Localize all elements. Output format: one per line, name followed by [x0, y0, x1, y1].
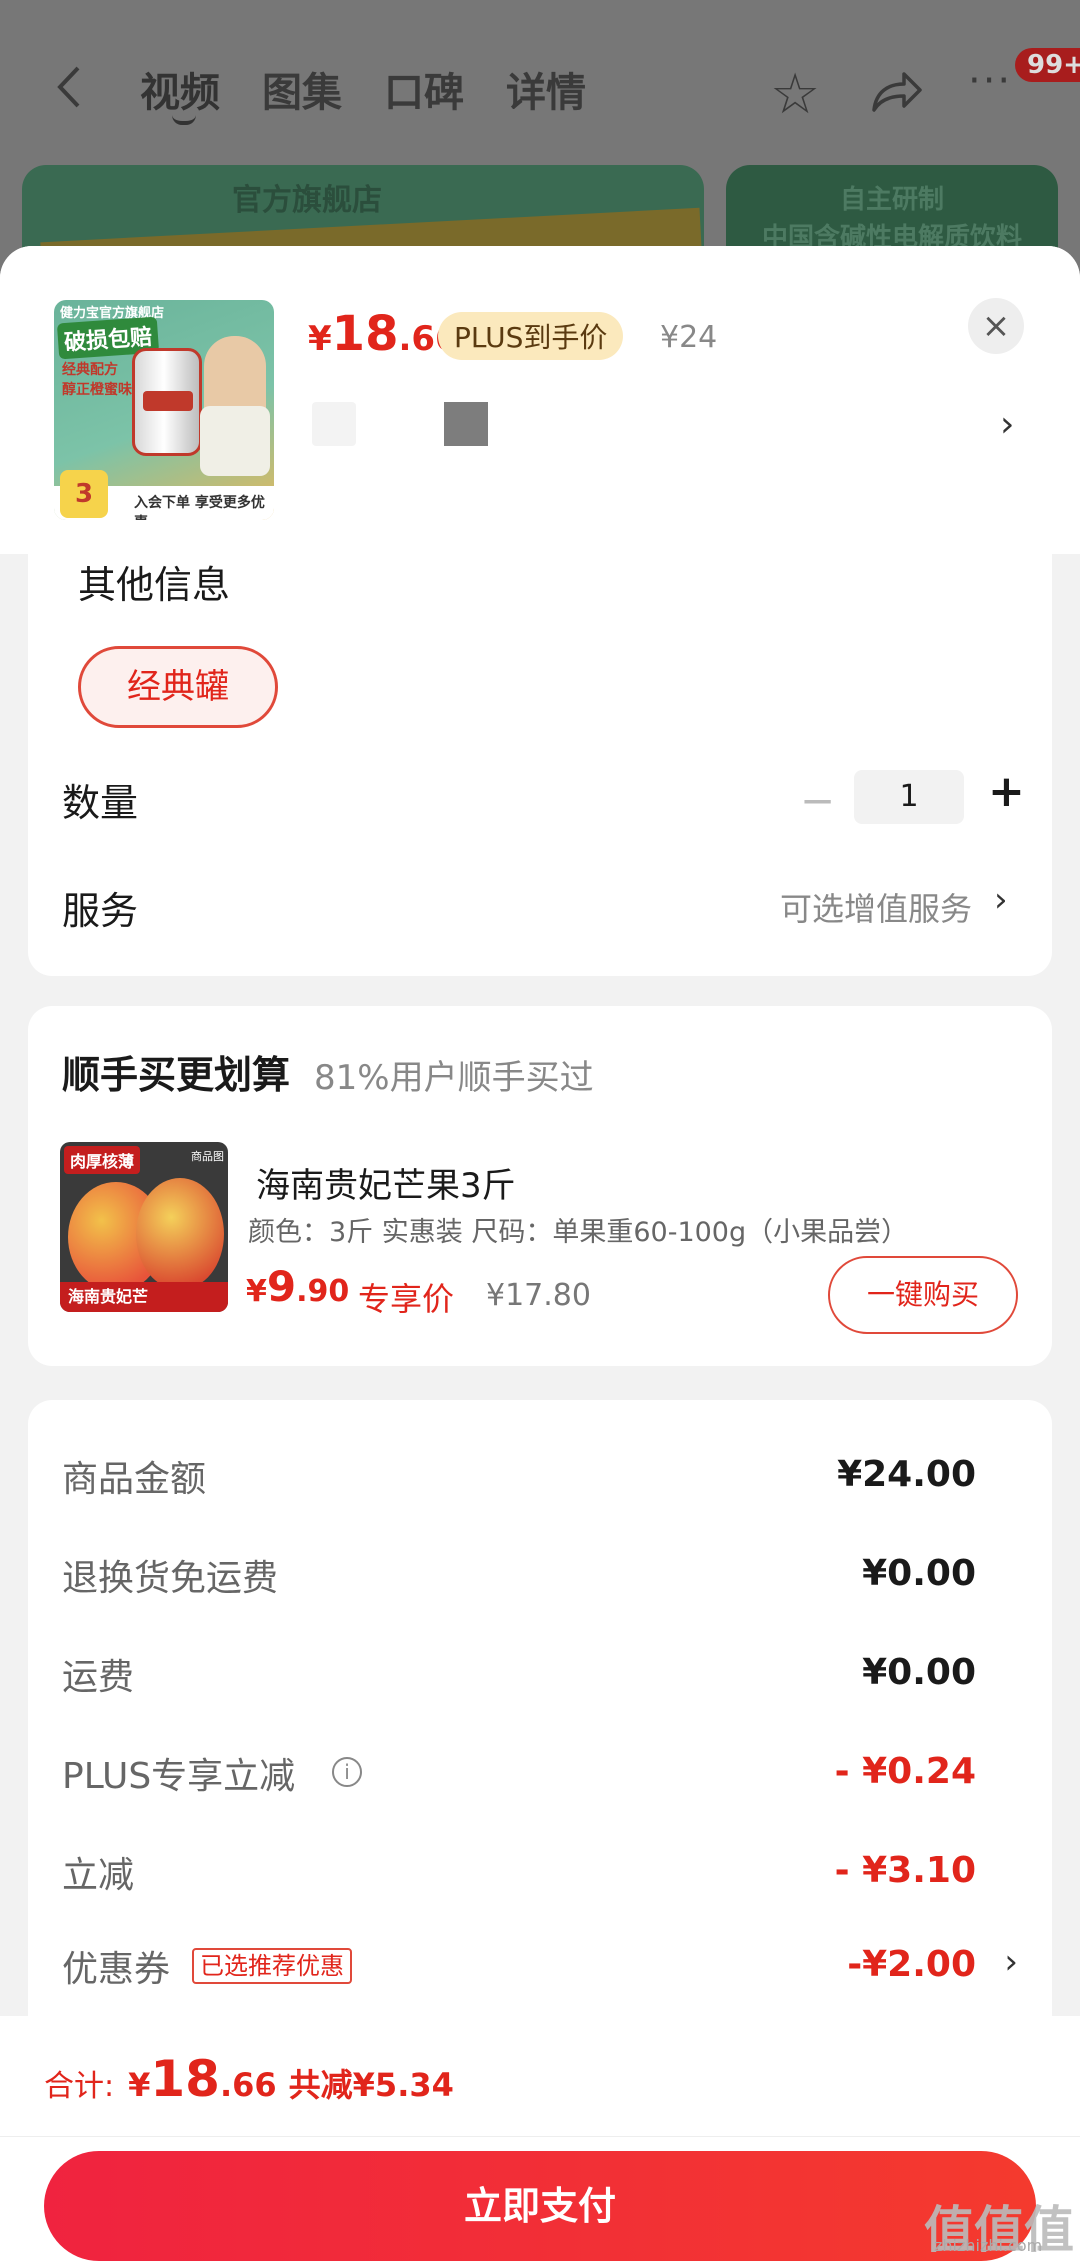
product-thumbnail[interactable]: 健力宝官方旗舰店 破损包赔 经典配方 醇正橙蜜味 入会下单 享受更多优惠 3	[54, 300, 274, 520]
thumb-subtitle-line2: 醇正橙蜜味	[62, 382, 132, 398]
thumb-person-image	[200, 336, 270, 476]
one-click-buy-button[interactable]: 一键购买	[828, 1256, 1018, 1334]
thumb-subtitle: 经典配方 醇正橙蜜味	[62, 360, 132, 400]
options-card: 其他信息 经典罐 数量 − 1 + 服务 可选增值服务 ›	[28, 554, 1052, 976]
selected-spec-swatch-dark[interactable]	[444, 402, 488, 446]
background-nav-bar: 视频 图集 口碑 详情 ☆ ··· 99+	[0, 40, 1080, 140]
summary-value: -¥2.00	[847, 1944, 976, 1985]
favorite-star-icon[interactable]: ☆	[770, 62, 820, 127]
background-tabs: 视频 图集 口碑 详情	[140, 60, 586, 118]
quantity-decrease-button[interactable]: −	[800, 776, 835, 825]
other-info-title: 其他信息	[78, 563, 231, 607]
bundle-price-integer: 9	[266, 1262, 297, 1311]
service-label: 服务	[62, 889, 139, 933]
total-integer: 18	[150, 2050, 220, 2108]
summary-label: 立减	[62, 1855, 135, 1896]
original-price: ¥24	[660, 320, 718, 355]
more-options-icon[interactable]: ···	[968, 58, 1012, 104]
summary-value: ¥0.00	[862, 1652, 976, 1693]
bundle-price-currency: ¥	[246, 1274, 267, 1309]
bundle-title: 顺手买更划算	[62, 1053, 291, 1097]
thumb-footer-text: 入会下单 享受更多优惠	[134, 495, 265, 520]
sheet-header: 健力宝官方旗舰店 破损包赔 经典配方 醇正橙蜜味 入会下单 享受更多优惠 3 ¥…	[0, 246, 1080, 554]
tab-video[interactable]: 视频	[140, 60, 220, 118]
price-integer: 18	[331, 306, 399, 362]
summary-row-shipping: 运费 ¥0.00	[28, 1648, 1052, 1708]
tab-details[interactable]: 详情	[506, 60, 586, 118]
bundle-price-tag: 专享价	[358, 1280, 455, 1318]
share-icon[interactable]	[868, 66, 924, 116]
bundle-card: 顺手买更划算 81%用户顺手买过 肉厚核薄 商品图 海南贵妃芒 海南贵妃芒果3斤…	[28, 1006, 1052, 1366]
bottom-checkout-bar: 合计: ¥ 18 .66 共减¥5.34 立即支付	[0, 2016, 1080, 2266]
summary-value: - ¥3.10	[834, 1850, 976, 1891]
summary-label: 商品金额	[62, 1459, 207, 1500]
summary-row-instant-discount: 立减 - ¥3.10	[28, 1846, 1052, 1906]
notification-badge: 99+	[1015, 48, 1080, 82]
tab-gallery[interactable]: 图集	[262, 60, 342, 118]
quantity-label: 数量	[62, 781, 139, 825]
mango-fruit-right	[136, 1178, 224, 1290]
summary-label: 优惠券	[62, 1949, 171, 1990]
price-currency: ¥	[308, 319, 332, 359]
summary-row-subtotal: 商品金额 ¥24.00	[28, 1450, 1052, 1510]
thumb-subtitle-line1: 经典配方	[62, 362, 118, 378]
plus-price-tag: PLUS到手价	[438, 312, 624, 360]
product-price: ¥ 18 .66	[308, 306, 459, 362]
summary-row-return-shipping: 退换货免运费 ¥0.00	[28, 1549, 1052, 1609]
service-value[interactable]: 可选增值服务	[780, 884, 972, 930]
tab-reviews[interactable]: 口碑	[384, 60, 464, 118]
service-chevron-icon[interactable]: ›	[994, 880, 1008, 920]
banner-left-text: 官方旗舰店	[232, 183, 382, 218]
quantity-input[interactable]: 1	[854, 770, 964, 824]
variant-option-classic-can[interactable]: 经典罐	[78, 646, 278, 728]
mango-footer: 海南贵妃芒	[60, 1282, 228, 1312]
order-summary-card: 商品金额 ¥24.00 退换货免运费 ¥0.00 运费 ¥0.00 PLUS专享…	[28, 1400, 1052, 2040]
total-decimal: .66	[219, 2066, 277, 2104]
bundle-item-spec: 颜色：3斤 实惠装 尺码：单果重60-100g（小果品尝）	[248, 1217, 909, 1248]
summary-label: PLUS专享立减	[62, 1756, 296, 1797]
bundle-subtitle: 81%用户顺手买过	[314, 1058, 594, 1098]
bundle-item-price: ¥ 9 .90	[246, 1262, 349, 1311]
summary-value: - ¥0.24	[834, 1751, 976, 1792]
info-icon[interactable]: i	[332, 1757, 362, 1787]
mango-product-image[interactable]: 肉厚核薄 商品图 海南贵妃芒	[60, 1142, 228, 1312]
mango-badge: 肉厚核薄	[64, 1146, 141, 1174]
watermark-url: zhizhizhi.com	[934, 2236, 1043, 2255]
coupon-chevron-icon[interactable]: ›	[1004, 1942, 1018, 1982]
bundle-original-price: ¥17.80	[486, 1278, 591, 1313]
bundle-item-name[interactable]: 海南贵妃芒果3斤	[256, 1158, 516, 1207]
checkout-sheet: 健力宝官方旗舰店 破损包赔 经典配方 醇正橙蜜味 入会下单 享受更多优惠 3 ¥…	[0, 246, 1080, 2266]
active-tab-indicator	[172, 115, 196, 125]
back-arrow-icon[interactable]	[50, 62, 90, 112]
spec-chevron-icon[interactable]: ›	[1000, 404, 1014, 445]
quantity-increase-button[interactable]: +	[988, 766, 1025, 817]
bundle-price-decimal: .90	[296, 1274, 350, 1309]
thumb-can-image	[132, 348, 202, 456]
thumb-number-badge: 3	[60, 470, 108, 518]
summary-row-plus-discount: PLUS专享立减 i - ¥0.24	[28, 1747, 1052, 1807]
total-currency: ¥	[128, 2066, 151, 2104]
summary-value: ¥24.00	[837, 1454, 976, 1495]
coupon-selected-tag: 已选推荐优惠	[192, 1948, 352, 1984]
total-saving: 共减¥5.34	[288, 2066, 454, 2104]
total-amount: 合计: ¥ 18 .66 共减¥5.34	[44, 2050, 454, 2108]
summary-label: 运费	[62, 1657, 135, 1698]
summary-value: ¥0.00	[862, 1553, 976, 1594]
pay-now-button[interactable]: 立即支付	[44, 2151, 1036, 2261]
total-label: 合计:	[44, 2069, 115, 2104]
summary-row-coupon[interactable]: 优惠券 已选推荐优惠 -¥2.00 ›	[28, 1940, 1052, 2000]
summary-label: 退换货免运费	[62, 1558, 279, 1599]
close-button[interactable]: ×	[968, 298, 1024, 354]
banner-right-line1: 自主研制	[839, 185, 944, 215]
mango-badge-secondary: 商品图	[191, 1150, 224, 1163]
selected-spec-swatch-light[interactable]	[312, 402, 356, 446]
